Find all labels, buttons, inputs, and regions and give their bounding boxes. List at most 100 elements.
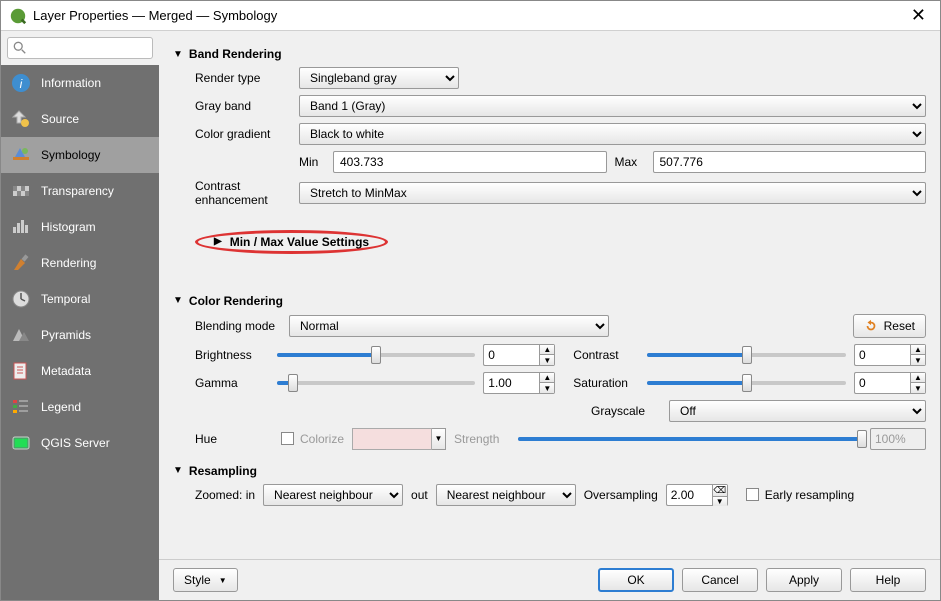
sidebar-item-histogram[interactable]: Histogram: [1, 209, 159, 245]
min-label: Min: [299, 155, 325, 169]
blending-mode-select[interactable]: Normal: [289, 315, 609, 337]
apply-button[interactable]: Apply: [766, 568, 842, 592]
sidebar-item-source[interactable]: Source: [1, 101, 159, 137]
oversampling-input[interactable]: [666, 484, 712, 506]
brightness-label: Brightness: [195, 348, 269, 362]
color-rendering-header[interactable]: ▼ Color Rendering: [173, 294, 926, 308]
contrast-slider[interactable]: [647, 344, 846, 366]
color-gradient-select[interactable]: Black to white: [299, 123, 926, 145]
spin-down-icon[interactable]: ▼: [713, 497, 727, 506]
cancel-button[interactable]: Cancel: [682, 568, 758, 592]
colorize-label: Colorize: [300, 432, 344, 446]
spin-up-icon[interactable]: ▲: [540, 345, 554, 356]
spin-down-icon[interactable]: ▼: [540, 355, 554, 365]
resampling-body: Zoomed: in Nearest neighbour out Nearest…: [173, 484, 926, 506]
information-icon: i: [11, 73, 31, 93]
help-button[interactable]: Help: [850, 568, 926, 592]
gray-band-select[interactable]: Band 1 (Gray): [299, 95, 926, 117]
style-button[interactable]: Style ▼: [173, 568, 238, 592]
dropdown-arrow-icon: ▼: [219, 576, 227, 585]
sidebar-item-label: Metadata: [41, 364, 91, 378]
brightness-spin[interactable]: ▲▼: [483, 344, 555, 366]
sidebar-item-label: Information: [41, 76, 101, 90]
out-label: out: [411, 488, 428, 502]
saturation-input[interactable]: [854, 372, 910, 394]
sidebar-item-label: Transparency: [41, 184, 114, 198]
dialog-body: i Information Source Symbology Transpare…: [1, 31, 940, 600]
saturation-spin[interactable]: ▲▼: [854, 372, 926, 394]
sidebar-item-information[interactable]: i Information: [1, 65, 159, 101]
titlebar: Layer Properties — Merged — Symbology ✕: [1, 1, 940, 31]
resampling-header[interactable]: ▼ Resampling: [173, 464, 926, 478]
ok-button[interactable]: OK: [598, 568, 674, 592]
colorize-color-picker[interactable]: ▼: [352, 428, 446, 450]
qgis-logo-icon: [9, 7, 27, 25]
grayscale-select[interactable]: Off: [669, 400, 926, 422]
sidebar-item-transparency[interactable]: Transparency: [1, 173, 159, 209]
checkbox-box-icon: [746, 488, 759, 501]
sidebar-item-qgis-server[interactable]: QGIS Server: [1, 425, 159, 461]
render-type-select[interactable]: Singleband gray: [299, 67, 459, 89]
oversampling-label: Oversampling: [584, 488, 658, 502]
section-title: Color Rendering: [189, 294, 283, 308]
sidebar-item-temporal[interactable]: Temporal: [1, 281, 159, 317]
contrast-enhancement-label: Contrast enhancement: [195, 179, 291, 208]
colorize-checkbox[interactable]: Colorize: [281, 432, 344, 446]
spin-down-icon[interactable]: ▼: [540, 383, 554, 393]
metadata-icon: [11, 361, 31, 381]
svg-text:i: i: [20, 77, 23, 91]
sidebar-item-label: QGIS Server: [41, 436, 110, 450]
zoomed-in-label: Zoomed: in: [195, 488, 255, 502]
contrast-spin[interactable]: ▲▼: [854, 344, 926, 366]
dropdown-arrow-icon[interactable]: ▼: [432, 428, 446, 450]
gamma-spin[interactable]: ▲▼: [483, 372, 555, 394]
brightness-slider[interactable]: [277, 344, 476, 366]
max-input[interactable]: [653, 151, 927, 173]
sidebar-item-label: Rendering: [41, 256, 96, 270]
rendering-icon: [11, 253, 31, 273]
checkbox-box-icon: [281, 432, 294, 445]
hue-label: Hue: [195, 432, 273, 446]
reset-label: Reset: [884, 319, 915, 333]
render-type-label: Render type: [195, 71, 291, 85]
strength-slider[interactable]: [518, 428, 862, 450]
zoomed-out-select[interactable]: Nearest neighbour: [436, 484, 576, 506]
sidebar-item-legend[interactable]: Legend: [1, 389, 159, 425]
gamma-slider[interactable]: [277, 372, 476, 394]
histogram-icon: [11, 217, 31, 237]
max-label: Max: [615, 155, 645, 169]
saturation-label: Saturation: [573, 376, 639, 390]
source-icon: [11, 109, 31, 129]
spin-up-icon[interactable]: ▲: [540, 373, 554, 384]
sidebar-item-symbology[interactable]: Symbology: [1, 137, 159, 173]
oversampling-spin[interactable]: ⌫▼: [666, 484, 728, 506]
early-resampling-checkbox[interactable]: Early resampling: [746, 488, 854, 502]
search-input[interactable]: [7, 37, 153, 59]
contrast-enhancement-select[interactable]: Stretch to MinMax: [299, 182, 926, 204]
sidebar-item-pyramids[interactable]: Pyramids: [1, 317, 159, 353]
spin-down-icon[interactable]: ▼: [911, 383, 925, 393]
gamma-input[interactable]: [483, 372, 539, 394]
sidebar-item-label: Histogram: [41, 220, 96, 234]
reset-button[interactable]: Reset: [853, 314, 926, 338]
blending-mode-label: Blending mode: [195, 319, 281, 333]
clear-icon[interactable]: ⌫: [713, 485, 727, 497]
close-icon[interactable]: ✕: [905, 5, 932, 26]
sidebar-item-label: Temporal: [41, 292, 90, 306]
brightness-input[interactable]: [483, 344, 539, 366]
collapse-down-icon: ▼: [173, 465, 183, 476]
contrast-input[interactable]: [854, 344, 910, 366]
sidebar-nav: i Information Source Symbology Transpare…: [1, 65, 159, 600]
spin-up-icon[interactable]: ▲: [911, 345, 925, 356]
saturation-slider[interactable]: [647, 372, 846, 394]
zoomed-in-select[interactable]: Nearest neighbour: [263, 484, 403, 506]
sidebar-item-metadata[interactable]: Metadata: [1, 353, 159, 389]
min-max-value-settings-label: Min / Max Value Settings: [230, 235, 369, 249]
spin-up-icon[interactable]: ▲: [911, 373, 925, 384]
sidebar-item-rendering[interactable]: Rendering: [1, 245, 159, 281]
spin-down-icon[interactable]: ▼: [911, 355, 925, 365]
contrast-label: Contrast: [573, 348, 639, 362]
min-input[interactable]: [333, 151, 607, 173]
min-max-value-settings-header[interactable]: ▶ Min / Max Value Settings: [195, 230, 388, 254]
band-rendering-header[interactable]: ▼ Band Rendering: [173, 47, 926, 61]
